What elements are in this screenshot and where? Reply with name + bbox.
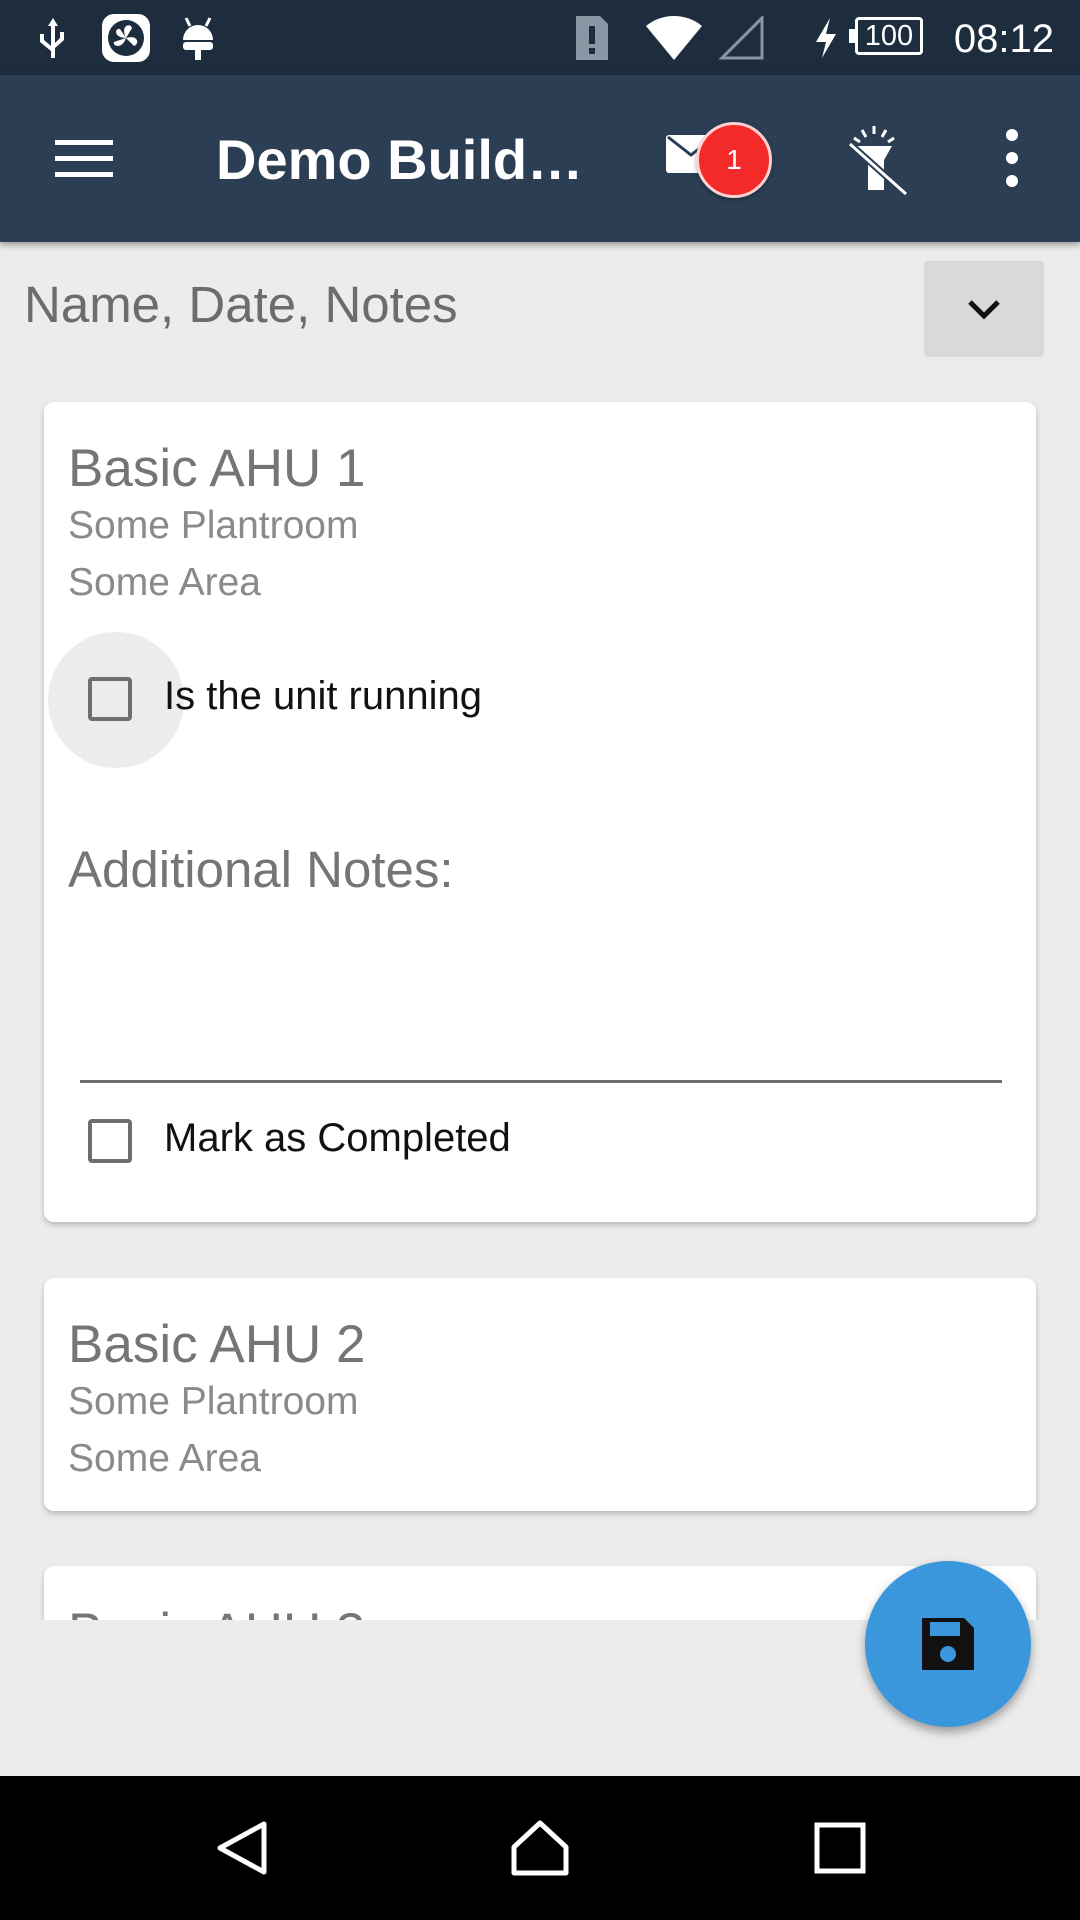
- back-icon: [217, 1821, 267, 1875]
- menu-button[interactable]: [40, 125, 128, 191]
- flashlight-off-icon: [847, 126, 909, 197]
- mark-completed-checkbox[interactable]: [88, 1119, 132, 1163]
- sim-alert-icon: [572, 0, 612, 75]
- charging-icon: [812, 0, 840, 75]
- mark-completed-label: Mark as Completed: [164, 1116, 511, 1160]
- card-location: Some Plantroom: [68, 1380, 359, 1423]
- card-title: Basic AHU 1: [68, 439, 366, 498]
- system-nav-bar: [0, 1776, 1080, 1920]
- messages-button[interactable]: 1: [660, 115, 772, 205]
- fan-app-icon: [100, 0, 152, 75]
- card-title: Basic AHU 2: [68, 1315, 366, 1374]
- usb-icon: [36, 0, 70, 75]
- more-vert-icon: [1006, 129, 1018, 187]
- unit-running-label: Is the unit running: [164, 674, 482, 718]
- recents-icon: [814, 1822, 866, 1874]
- filter-dropdown-button[interactable]: [924, 261, 1044, 357]
- battery-level: 100: [849, 17, 923, 55]
- notes-input[interactable]: [80, 930, 1002, 1083]
- unit-running-checkbox[interactable]: [88, 677, 132, 721]
- save-icon: [922, 1618, 974, 1670]
- home-button[interactable]: [500, 1808, 580, 1888]
- notification-badge: 1: [696, 122, 772, 198]
- chevron-down-icon: [968, 300, 1000, 320]
- clock: 08:12: [953, 17, 1054, 61]
- card-title: Basic AHU 3: [68, 1602, 366, 1620]
- card-area: Some Area: [68, 561, 261, 604]
- sort-filter-label[interactable]: Name, Date, Notes: [24, 275, 458, 334]
- equipment-card[interactable]: Basic AHU 2 Some Plantroom Some Area: [44, 1278, 1036, 1511]
- card-location: Some Plantroom: [68, 504, 359, 547]
- status-bar: 100 08:12: [0, 0, 1080, 75]
- mark-completed-row[interactable]: Mark as Completed: [44, 1086, 944, 1196]
- equipment-list[interactable]: Basic AHU 1 Some Plantroom Some Area Is …: [0, 380, 1080, 1620]
- menu-icon: [55, 140, 113, 177]
- equipment-card[interactable]: Basic AHU 1 Some Plantroom Some Area Is …: [44, 402, 1036, 1222]
- home-icon: [511, 1820, 569, 1876]
- flashlight-button[interactable]: [840, 120, 920, 200]
- recents-button[interactable]: [800, 1808, 880, 1888]
- notes-label: Additional Notes:: [68, 841, 454, 898]
- overflow-menu-button[interactable]: [990, 125, 1034, 191]
- app-toolbar: Demo Buildi… 1: [0, 75, 1080, 242]
- wifi-icon: [644, 0, 704, 75]
- card-area: Some Area: [68, 1437, 261, 1480]
- cell-signal-icon: [718, 0, 766, 75]
- page-title: Demo Buildi…: [216, 128, 596, 191]
- save-button[interactable]: [865, 1561, 1031, 1727]
- unit-running-row[interactable]: Is the unit running: [44, 632, 944, 768]
- back-button[interactable]: [202, 1808, 282, 1888]
- android-debug-icon: [178, 0, 218, 75]
